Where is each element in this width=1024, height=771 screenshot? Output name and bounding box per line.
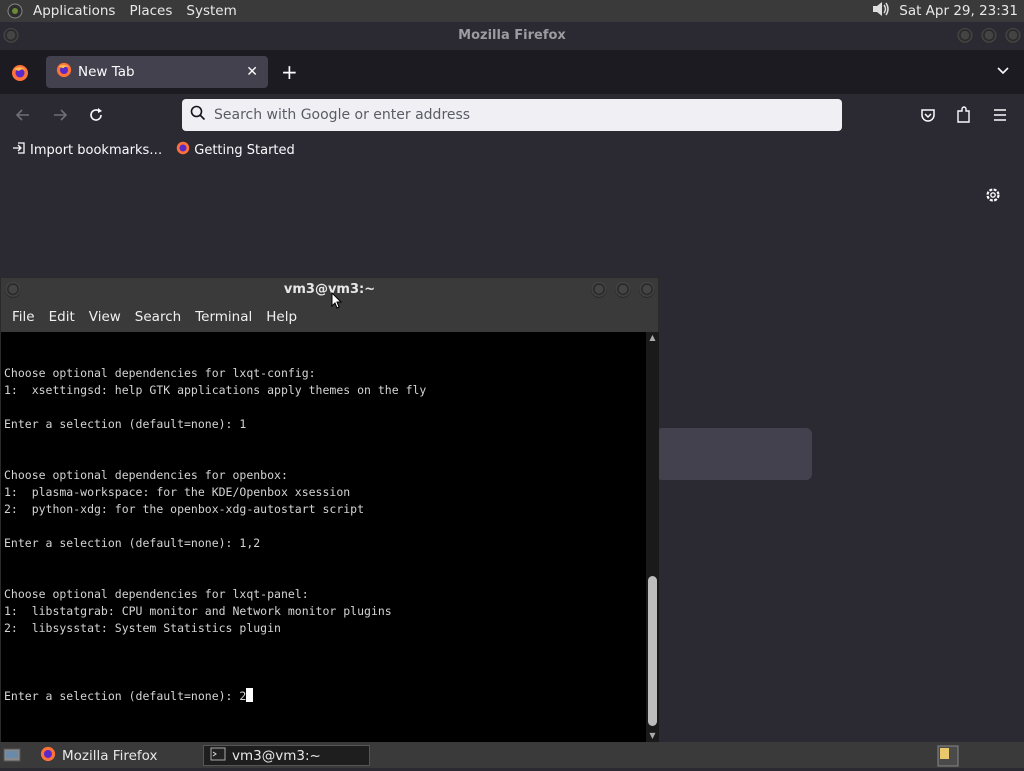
close-tab-icon[interactable]: ✕	[246, 64, 258, 80]
bookmark-import[interactable]: Import bookmarks…	[12, 141, 162, 159]
terminal-line: Choose optional dependencies for lxqt-pa…	[4, 587, 309, 601]
terminal-menubar: File Edit View Search Terminal Help	[1, 302, 658, 332]
address-placeholder: Search with Google or enter address	[214, 107, 471, 123]
extensions-puzzle-icon[interactable]	[956, 106, 972, 128]
scroll-down-arrow-icon[interactable]: ▼	[646, 731, 659, 741]
taskbar-item-firefox[interactable]: Mozilla Firefox	[34, 745, 198, 766]
taskbar-item-terminal-label: vm3@vm3:~	[232, 747, 321, 764]
scrollbar-thumb[interactable]	[648, 576, 657, 726]
list-all-tabs-chevron-icon[interactable]	[996, 62, 1010, 81]
reload-icon[interactable]	[88, 107, 104, 127]
terminal-menu-file[interactable]: File	[5, 309, 42, 325]
terminal-lines: 2: oxygen-icons: Alternative icon theme3…	[4, 332, 646, 654]
terminal-line: Choose optional dependencies for lxqt-co…	[4, 366, 316, 380]
terminal-line: Enter a selection (default=none): 1,2	[4, 536, 261, 550]
firefox-icon	[176, 141, 190, 159]
bookmark-getting-started[interactable]: Getting Started	[176, 141, 295, 159]
terminal-menu-terminal[interactable]: Terminal	[188, 309, 259, 325]
top-panel: Applications Places System Sat Apr 29, 2…	[0, 0, 1024, 22]
terminal-minimize-button[interactable]	[591, 282, 607, 298]
bookmark-import-label: Import bookmarks…	[30, 142, 163, 158]
terminal-menu-edit[interactable]: Edit	[42, 309, 82, 325]
forward-arrow-icon[interactable]	[52, 107, 68, 127]
tab-title: New Tab	[78, 64, 135, 80]
tab-bar: New Tab ✕ +	[0, 50, 1024, 94]
terminal-line: Choose optional dependencies for openbox…	[4, 468, 288, 482]
import-icon	[12, 141, 26, 159]
gear-icon[interactable]	[984, 186, 1002, 208]
workspace-switcher-icon[interactable]	[937, 745, 959, 771]
bottom-panel: Mozilla Firefox vm3@vm3:~	[0, 742, 1024, 768]
terminal-icon	[210, 747, 226, 765]
taskbar-item-terminal[interactable]: vm3@vm3:~	[203, 745, 370, 766]
nav-toolbar: Search with Google or enter address	[0, 94, 1024, 136]
firefox-icon	[40, 746, 56, 766]
scroll-up-arrow-icon[interactable]: ▲	[646, 333, 659, 343]
bookmarks-toolbar: Import bookmarks… Getting Started	[0, 136, 1024, 164]
terminal-titlebar[interactable]: vm3@vm3:~	[1, 278, 658, 309]
terminal-output[interactable]: 2: oxygen-icons: Alternative icon theme3…	[1, 332, 646, 742]
terminal-menu-view[interactable]: View	[82, 309, 128, 325]
address-bar[interactable]: Search with Google or enter address	[182, 99, 842, 131]
bookmark-getting-started-label: Getting Started	[194, 142, 295, 158]
applications-menu[interactable]: Applications	[26, 0, 122, 22]
terminal-close-button[interactable]	[639, 282, 655, 298]
terminal-window[interactable]: vm3@vm3:~ File Edit View Search Terminal…	[0, 277, 659, 742]
close-button[interactable]	[1005, 28, 1021, 44]
terminal-line: 2: python-xdg: for the openbox-xdg-autos…	[4, 502, 365, 516]
terminal-window-menu-button[interactable]	[5, 282, 21, 298]
search-icon	[190, 105, 206, 125]
terminal-line: 1: libstatgrab: CPU monitor and Network …	[4, 604, 392, 618]
terminal-line: Enter a selection (default=none): 1	[4, 417, 247, 431]
hamburger-menu-icon[interactable]	[992, 107, 1008, 127]
pocket-icon[interactable]	[920, 107, 936, 127]
places-menu[interactable]: Places	[122, 0, 179, 22]
prompt-text: Enter a selection (default=none): 2	[4, 689, 247, 703]
clock[interactable]: Sat Apr 29, 23:31	[899, 3, 1018, 19]
firefox-view-icon[interactable]	[11, 64, 29, 86]
terminal-line: 2: libsysstat: System Statistics plugin	[4, 621, 281, 635]
firefox-titlebar[interactable]: Mozilla Firefox	[0, 22, 1024, 50]
new-tab-plus-icon[interactable]: +	[281, 60, 298, 84]
show-desktop-icon[interactable]	[3, 747, 21, 767]
terminal-line: 1: plasma-workspace: for the KDE/Openbox…	[4, 485, 351, 499]
speaker-icon[interactable]	[871, 0, 891, 22]
firefox-icon	[56, 62, 72, 82]
terminal-maximize-button[interactable]	[615, 282, 631, 298]
terminal-menu-help[interactable]: Help	[259, 309, 304, 325]
terminal-scrollbar[interactable]: ▲ ▼	[646, 332, 659, 742]
tab-new-tab[interactable]: New Tab ✕	[46, 56, 268, 88]
minimize-button[interactable]	[957, 28, 973, 44]
terminal-menu-search[interactable]: Search	[128, 309, 188, 325]
text-cursor	[246, 688, 254, 702]
system-menu[interactable]: System	[179, 0, 243, 22]
terminal-title: vm3@vm3:~	[283, 282, 376, 297]
back-arrow-icon[interactable]	[15, 107, 31, 127]
terminal-prompt-line: Enter a selection (default=none): 2	[4, 688, 646, 705]
taskbar-item-firefox-label: Mozilla Firefox	[62, 747, 158, 764]
search-box-behind	[656, 428, 812, 480]
mouse-pointer-icon	[331, 291, 343, 319]
window-menu-button[interactable]	[3, 28, 19, 44]
gnome-foot-icon[interactable]	[4, 0, 26, 22]
maximize-button[interactable]	[981, 28, 997, 44]
terminal-line: 1: xsettingsd: help GTK applications app…	[4, 383, 427, 397]
firefox-window-title: Mozilla Firefox	[458, 28, 566, 43]
